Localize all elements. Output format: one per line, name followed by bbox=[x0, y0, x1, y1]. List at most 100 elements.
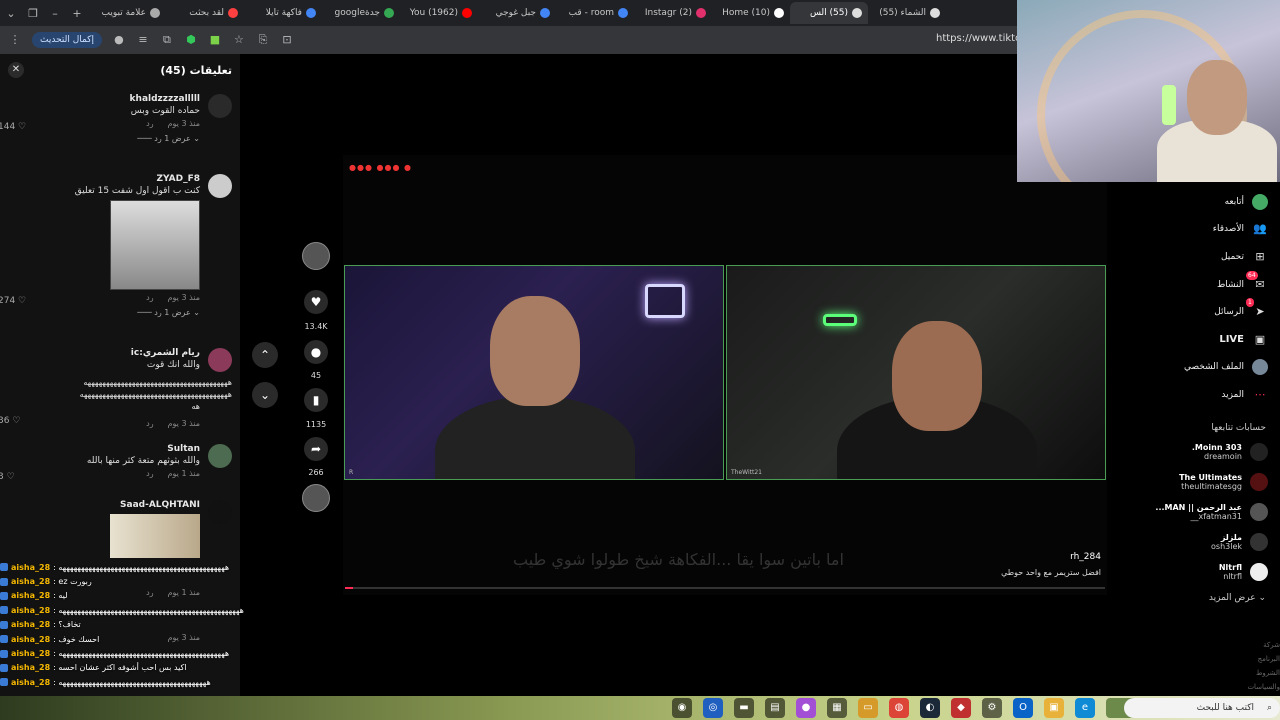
steam-icon[interactable]: ◐ bbox=[920, 698, 940, 718]
browser-tab[interactable]: جبل غوجي bbox=[478, 2, 556, 24]
footer-link[interactable]: الشروط والسياسات bbox=[1222, 666, 1280, 694]
reply-button[interactable]: رد bbox=[146, 469, 153, 478]
chat-badge-icon bbox=[0, 606, 8, 615]
app-icon[interactable]: ▤ bbox=[765, 698, 785, 718]
video-progress-bar[interactable] bbox=[345, 587, 1105, 589]
avatar bbox=[1252, 193, 1268, 210]
update-button[interactable]: إكمال التحديث bbox=[32, 32, 102, 48]
browser-tab[interactable]: (1962) You bbox=[400, 2, 478, 24]
browser-tab[interactable]: الشماء (55) bbox=[868, 2, 946, 24]
browser-tab[interactable]: (2) Instagr bbox=[634, 2, 712, 24]
browser-tab[interactable]: فاكهة تايلا bbox=[244, 2, 322, 24]
nav-item-messages[interactable]: ➤ 1 الرسائل bbox=[1110, 298, 1280, 326]
chat-message: aisha_28: ليه bbox=[0, 589, 272, 603]
avatar[interactable] bbox=[208, 94, 232, 118]
translate-icon[interactable]: ⎘ bbox=[256, 33, 270, 47]
avatar[interactable] bbox=[208, 500, 232, 524]
comment-image[interactable] bbox=[110, 514, 200, 558]
view-replies-button[interactable]: ⌄ عرض 1 رد ─── bbox=[4, 308, 200, 317]
shield-icon[interactable]: ⬢ bbox=[184, 33, 198, 47]
window-restore-icon[interactable]: ❐ bbox=[22, 7, 44, 20]
browser-tab[interactable]: (10) Home bbox=[712, 2, 790, 24]
view-replies-button[interactable]: ⌄ عرض 1 رد ─── bbox=[4, 134, 200, 143]
nav-item-live[interactable]: ▣ LIVE bbox=[1110, 326, 1280, 354]
nav-item-profile[interactable]: الملف الشخصي bbox=[1110, 354, 1280, 382]
comment-button[interactable]: ● bbox=[304, 340, 328, 364]
left-cam-feed: R bbox=[344, 265, 724, 480]
streamer-webcam-overlay bbox=[1017, 0, 1280, 182]
nav-item-following[interactable]: أتابعه bbox=[1110, 188, 1280, 216]
creator-avatar[interactable] bbox=[302, 242, 330, 270]
app-icon[interactable]: ◉ bbox=[672, 698, 692, 718]
app-icon[interactable]: ◎ bbox=[703, 698, 723, 718]
following-account[interactable]: ملزلز osh3lek bbox=[1110, 527, 1280, 557]
like-button[interactable]: ♥ bbox=[304, 290, 328, 314]
screen: ⌄ ❐ – + علامة تبويب لقد بحثت فاكهة تايلا… bbox=[0, 0, 1280, 720]
comment-like-button[interactable]: 36 ♡ bbox=[0, 416, 20, 426]
comment-username[interactable]: Sultan bbox=[4, 444, 200, 454]
comment-like-button[interactable]: 274 ♡ bbox=[0, 296, 26, 306]
save-button[interactable]: ▮ bbox=[304, 388, 328, 412]
comment-body: ريام الشمري:ic والله انك قوت bbox=[4, 348, 200, 370]
settings-gear-icon[interactable]: ⚙ bbox=[982, 698, 1002, 718]
app-icon[interactable]: ◆ bbox=[951, 698, 971, 718]
video-player[interactable]: ●●● ●●● ● R TheWitt21 اما باتين سوا يقا … bbox=[343, 155, 1107, 595]
browser-tab[interactable]: علامة تبويب bbox=[88, 2, 166, 24]
avatar[interactable] bbox=[208, 174, 232, 198]
menu-dots-icon[interactable]: ⋮ bbox=[8, 33, 22, 47]
following-account[interactable]: Nltrfl nltrfl bbox=[1110, 557, 1280, 587]
comment-username[interactable]: Saad-ALQHTANI bbox=[4, 500, 200, 510]
terminal-icon[interactable]: ▬ bbox=[734, 698, 754, 718]
browser-tab-active[interactable]: (55) الس bbox=[790, 2, 868, 24]
extensions-icon[interactable]: ≡ bbox=[136, 33, 150, 47]
previous-video-button[interactable]: ⌃ bbox=[252, 342, 278, 368]
share-button[interactable]: ➦ bbox=[304, 437, 328, 461]
tab-label: فاكهة تايلا bbox=[265, 8, 302, 18]
avatar[interactable] bbox=[208, 444, 232, 468]
comment-image[interactable] bbox=[110, 200, 200, 290]
edge-icon[interactable]: e bbox=[1075, 698, 1095, 718]
profile-icon[interactable]: ● bbox=[112, 33, 126, 47]
video-author[interactable]: rh_284 bbox=[1070, 552, 1101, 562]
chrome-icon[interactable]: ◍ bbox=[889, 698, 909, 718]
following-account[interactable]: عبد الرحمن || MAN... xfatman31__ bbox=[1110, 497, 1280, 527]
outlook-icon[interactable]: O bbox=[1013, 698, 1033, 718]
tab-search-icon[interactable]: ⌄ bbox=[0, 7, 22, 20]
reply-button[interactable]: رد bbox=[146, 293, 153, 302]
show-more-button[interactable]: ⌄ عرض المزيد bbox=[1110, 593, 1280, 603]
comment-username[interactable]: ZYAD_F8 bbox=[4, 174, 200, 184]
app-icon[interactable]: ● bbox=[796, 698, 816, 718]
folder-icon[interactable]: ▭ bbox=[858, 698, 878, 718]
following-account[interactable]: Moinn 303. dreamoin bbox=[1110, 437, 1280, 467]
avatar[interactable] bbox=[208, 348, 232, 372]
reply-button[interactable]: رد bbox=[146, 119, 153, 128]
browser-tab[interactable]: لقد بحثت bbox=[166, 2, 244, 24]
window-minimize-icon[interactable]: – bbox=[44, 7, 66, 20]
comment-username[interactable]: ريام الشمري:ic bbox=[4, 348, 200, 358]
new-tab-icon[interactable]: + bbox=[66, 7, 88, 20]
extension-icon[interactable]: ■ bbox=[208, 33, 222, 47]
app-icon[interactable]: ▦ bbox=[827, 698, 847, 718]
footer-link[interactable]: شركة bbox=[1222, 638, 1280, 652]
sound-avatar[interactable] bbox=[302, 484, 330, 512]
footer-links: شركة البرنامج الشروط والسياسات bbox=[1222, 638, 1280, 694]
next-video-button[interactable]: ⌄ bbox=[252, 382, 278, 408]
browser-tab[interactable]: room - قب bbox=[556, 2, 634, 24]
following-account[interactable]: The Ultimates theultimatesgg bbox=[1110, 467, 1280, 497]
reply-button[interactable]: رد bbox=[146, 419, 153, 428]
nav-item-upload[interactable]: ⊞ تحميل bbox=[1110, 243, 1280, 271]
taskbar-search-input[interactable]: اكتب هنا للبحث ⌕ bbox=[1124, 698, 1280, 718]
footer-link[interactable]: البرنامج bbox=[1222, 652, 1280, 666]
comment-like-button[interactable]: 144 ♡ bbox=[0, 122, 26, 132]
comment-like-button[interactable]: 3 ♡ bbox=[0, 472, 15, 482]
install-icon[interactable]: ⊡ bbox=[280, 33, 294, 47]
comment-username[interactable]: khaldzzzzalllll bbox=[4, 94, 200, 104]
browser-tab[interactable]: جدةgoogle bbox=[322, 2, 400, 24]
nav-item-activity[interactable]: ✉ 64 النشاط bbox=[1110, 270, 1280, 299]
nav-item-friends[interactable]: 👥 الأصدقاء bbox=[1110, 216, 1280, 244]
file-explorer-icon[interactable]: ▣ bbox=[1044, 698, 1064, 718]
extension-puzzle-icon[interactable]: ⧉ bbox=[160, 33, 174, 47]
bookmark-star-icon[interactable]: ☆ bbox=[232, 33, 246, 47]
nav-item-more[interactable]: ⋯ المزيد bbox=[1110, 381, 1280, 409]
close-icon[interactable]: ✕ bbox=[8, 62, 24, 78]
